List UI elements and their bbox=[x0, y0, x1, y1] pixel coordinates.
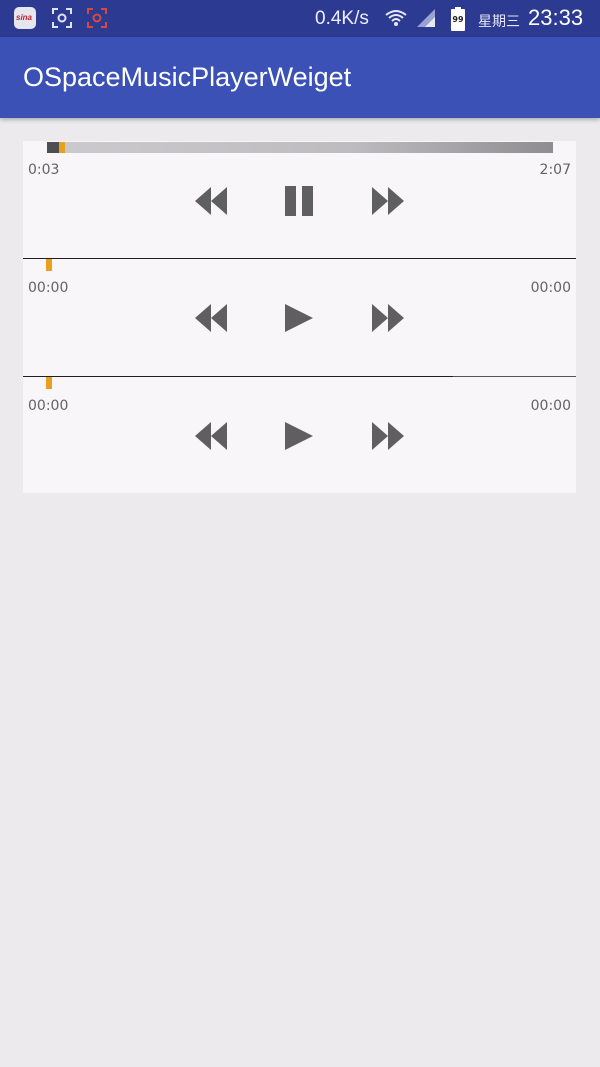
pause-icon bbox=[285, 186, 313, 216]
total-time: 00:00 bbox=[530, 280, 571, 296]
play-button[interactable] bbox=[279, 298, 319, 338]
network-speed: 0.4K/s bbox=[315, 8, 369, 29]
battery-icon: 99 bbox=[451, 7, 473, 31]
app-bar: OSpaceMusicPlayerWeiget bbox=[0, 37, 600, 118]
rewind-icon bbox=[195, 304, 227, 332]
rewind-button[interactable] bbox=[192, 416, 232, 456]
play-icon bbox=[285, 422, 313, 450]
fast-forward-button[interactable] bbox=[367, 181, 407, 221]
fast-forward-icon bbox=[372, 304, 404, 332]
pause-button[interactable] bbox=[279, 181, 319, 221]
play-icon bbox=[285, 304, 313, 332]
current-time: 00:00 bbox=[28, 280, 69, 296]
seek-bar[interactable] bbox=[23, 258, 576, 259]
rewind-button[interactable] bbox=[192, 181, 232, 221]
music-player: 0:03 2:07 bbox=[23, 141, 576, 258]
seek-bar-thumb[interactable] bbox=[59, 142, 65, 153]
status-bar: sina 0.4K/s 99 星期三 23:33 bbox=[0, 0, 600, 37]
seek-bar-thumb[interactable] bbox=[46, 259, 52, 271]
play-button[interactable] bbox=[279, 416, 319, 456]
seek-bar[interactable] bbox=[23, 376, 576, 377]
rewind-icon bbox=[195, 422, 227, 450]
current-time: 00:00 bbox=[28, 398, 69, 414]
status-weekday: 星期三 bbox=[478, 14, 520, 30]
current-time: 0:03 bbox=[28, 162, 60, 178]
wifi-icon bbox=[385, 7, 407, 29]
battery-level: 99 bbox=[452, 15, 464, 24]
total-time: 2:07 bbox=[539, 162, 571, 178]
seek-bar-played bbox=[47, 142, 59, 153]
status-time: 23:33 bbox=[528, 5, 584, 30]
fast-forward-button[interactable] bbox=[367, 298, 407, 338]
players-card: 0:03 2:07 00:00 00:00 00:00 00:00 bbox=[23, 141, 576, 493]
seek-bar[interactable] bbox=[47, 142, 553, 153]
signal-icon bbox=[415, 7, 437, 29]
scan-icon bbox=[86, 7, 108, 29]
seek-bar-thumb[interactable] bbox=[46, 377, 52, 389]
rewind-icon bbox=[195, 187, 227, 215]
music-player: 00:00 00:00 bbox=[23, 258, 576, 375]
total-time: 00:00 bbox=[530, 398, 571, 414]
fast-forward-icon bbox=[372, 187, 404, 215]
app-title: OSpaceMusicPlayerWeiget bbox=[23, 62, 352, 92]
scan-icon bbox=[51, 7, 73, 29]
rewind-button[interactable] bbox=[192, 298, 232, 338]
sina-weibo-icon: sina bbox=[14, 7, 36, 29]
music-player: 00:00 00:00 bbox=[23, 376, 576, 493]
fast-forward-button[interactable] bbox=[367, 416, 407, 456]
fast-forward-icon bbox=[372, 422, 404, 450]
